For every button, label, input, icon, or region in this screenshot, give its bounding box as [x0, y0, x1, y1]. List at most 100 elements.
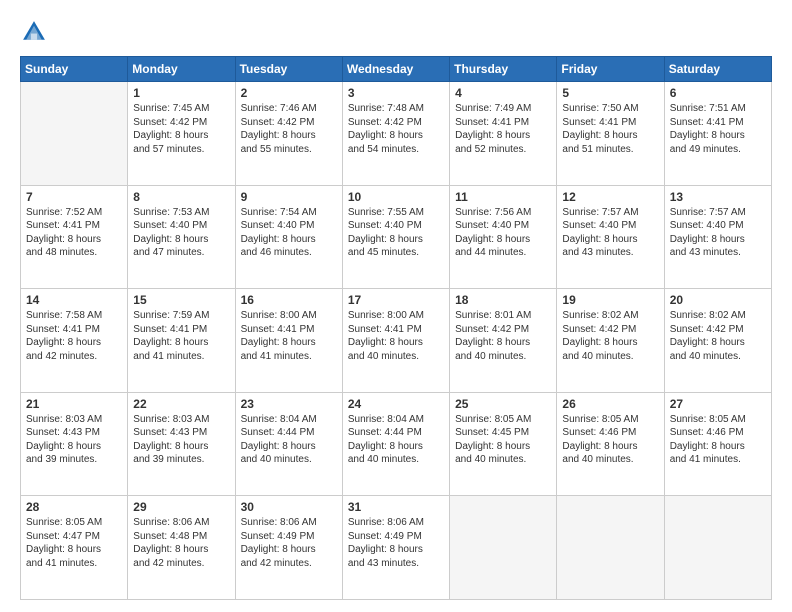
- logo: [20, 18, 52, 46]
- day-header-monday: Monday: [128, 57, 235, 82]
- sunrise-line: Sunrise: 8:02 AM: [562, 309, 658, 323]
- calendar-cell: 27Sunrise: 8:05 AMSunset: 4:46 PMDayligh…: [664, 392, 771, 496]
- day-number: 3: [348, 86, 444, 100]
- sunset-line: Sunset: 4:46 PM: [562, 426, 658, 440]
- sunset-line: Sunset: 4:41 PM: [26, 323, 122, 337]
- sunset-line: Sunset: 4:41 PM: [133, 323, 229, 337]
- daylight-line2: and 41 minutes.: [133, 350, 229, 364]
- daylight-line1: Daylight: 8 hours: [348, 336, 444, 350]
- day-number: 2: [241, 86, 337, 100]
- daylight-line2: and 39 minutes.: [26, 453, 122, 467]
- daylight-line2: and 45 minutes.: [348, 246, 444, 260]
- daylight-line1: Daylight: 8 hours: [348, 129, 444, 143]
- sunrise-line: Sunrise: 7:58 AM: [26, 309, 122, 323]
- day-number: 10: [348, 190, 444, 204]
- calendar-cell: 21Sunrise: 8:03 AMSunset: 4:43 PMDayligh…: [21, 392, 128, 496]
- week-row-0: 1Sunrise: 7:45 AMSunset: 4:42 PMDaylight…: [21, 82, 772, 186]
- day-header-wednesday: Wednesday: [342, 57, 449, 82]
- calendar-cell: 26 Sunrise: 8:05 AMSunset: 4:46 PMDayligh…: [557, 392, 664, 496]
- day-number: 16: [241, 293, 337, 307]
- sunset-line: Sunset: 4:49 PM: [241, 530, 337, 544]
- daylight-line2: and 40 minutes.: [241, 453, 337, 467]
- sunrise-line: Sunrise: 8:00 AM: [348, 309, 444, 323]
- sunset-line: Sunset: 4:45 PM: [455, 426, 551, 440]
- sunrise-line: Sunrise: 7:49 AM: [455, 102, 551, 116]
- calendar-cell: 8Sunrise: 7:53 AMSunset: 4:40 PMDaylight…: [128, 185, 235, 289]
- day-number: 29: [133, 500, 229, 514]
- daylight-line1: Daylight: 8 hours: [562, 129, 658, 143]
- calendar-cell: 18Sunrise: 8:01 AMSunset: 4:42 PMDayligh…: [450, 289, 557, 393]
- daylight-line1: Daylight: 8 hours: [562, 336, 658, 350]
- daylight-line1: Daylight: 8 hours: [133, 336, 229, 350]
- day-number: 11: [455, 190, 551, 204]
- daylight-line2: and 43 minutes.: [348, 557, 444, 571]
- day-number: 18: [455, 293, 551, 307]
- daylight-line1: Daylight: 8 hours: [670, 233, 766, 247]
- daylight-line2: and 48 minutes.: [26, 246, 122, 260]
- logo-icon: [20, 18, 48, 46]
- calendar-cell: 25Sunrise: 8:05 AMSunset: 4:45 PMDayligh…: [450, 392, 557, 496]
- day-number: 28: [26, 500, 122, 514]
- calendar-cell: [21, 82, 128, 186]
- daylight-line2: and 40 minutes.: [562, 350, 658, 364]
- calendar-cell: 5Sunrise: 7:50 AMSunset: 4:41 PMDaylight…: [557, 82, 664, 186]
- calendar-cell: 11Sunrise: 7:56 AMSunset: 4:40 PMDayligh…: [450, 185, 557, 289]
- daylight-line1: Daylight: 8 hours: [133, 233, 229, 247]
- sunrise-line: Sunrise: 8:03 AM: [133, 413, 229, 427]
- day-number: 5: [562, 86, 658, 100]
- daylight-line2: and 41 minutes.: [241, 350, 337, 364]
- sunset-line: Sunset: 4:41 PM: [670, 116, 766, 130]
- sunset-line: Sunset: 4:46 PM: [670, 426, 766, 440]
- day-number: 26: [562, 397, 658, 411]
- daylight-line2: and 43 minutes.: [670, 246, 766, 260]
- daylight-line2: and 57 minutes.: [133, 143, 229, 157]
- daylight-line1: Daylight: 8 hours: [241, 543, 337, 557]
- day-number: 12: [562, 190, 658, 204]
- day-number: 9: [241, 190, 337, 204]
- day-number: 22: [133, 397, 229, 411]
- daylight-line1: Daylight: 8 hours: [348, 543, 444, 557]
- sunrise-line: Sunrise: 7:50 AM: [562, 102, 658, 116]
- daylight-line2: and 42 minutes.: [241, 557, 337, 571]
- daylight-line2: and 55 minutes.: [241, 143, 337, 157]
- daylight-line1: Daylight: 8 hours: [670, 336, 766, 350]
- daylight-line1: Daylight: 8 hours: [133, 543, 229, 557]
- sunset-line: Sunset: 4:41 PM: [455, 116, 551, 130]
- day-number: 30: [241, 500, 337, 514]
- calendar-cell: 9Sunrise: 7:54 AMSunset: 4:40 PMDaylight…: [235, 185, 342, 289]
- day-header-sunday: Sunday: [21, 57, 128, 82]
- sunrise-line: Sunrise: 8:04 AM: [348, 413, 444, 427]
- sunset-line: Sunset: 4:48 PM: [133, 530, 229, 544]
- daylight-line2: and 43 minutes.: [562, 246, 658, 260]
- calendar-header-row: SundayMondayTuesdayWednesdayThursdayFrid…: [21, 57, 772, 82]
- week-row-4: 28Sunrise: 8:05 AMSunset: 4:47 PMDayligh…: [21, 496, 772, 600]
- sunrise-line: Sunrise: 8:00 AM: [241, 309, 337, 323]
- daylight-line1: Daylight: 8 hours: [562, 440, 658, 454]
- daylight-line1: Daylight: 8 hours: [455, 129, 551, 143]
- daylight-line1: Daylight: 8 hours: [562, 233, 658, 247]
- sunrise-line: Sunrise: 8:05 AM: [670, 413, 766, 427]
- calendar-cell: 7Sunrise: 7:52 AMSunset: 4:41 PMDaylight…: [21, 185, 128, 289]
- sunrise-line: Sunrise: 7:55 AM: [348, 206, 444, 220]
- day-number: 19: [562, 293, 658, 307]
- daylight-line2: and 47 minutes.: [133, 246, 229, 260]
- day-number: 31: [348, 500, 444, 514]
- daylight-line2: and 44 minutes.: [455, 246, 551, 260]
- day-number: 6: [670, 86, 766, 100]
- sunrise-line: Sunrise: 8:05 AM: [562, 413, 658, 427]
- sunset-line: Sunset: 4:40 PM: [670, 219, 766, 233]
- sunset-line: Sunset: 4:42 PM: [455, 323, 551, 337]
- daylight-line1: Daylight: 8 hours: [455, 440, 551, 454]
- day-number: 17: [348, 293, 444, 307]
- calendar-cell: 13Sunrise: 7:57 AMSunset: 4:40 PMDayligh…: [664, 185, 771, 289]
- calendar-table: SundayMondayTuesdayWednesdayThursdayFrid…: [20, 56, 772, 600]
- sunrise-line: Sunrise: 7:59 AM: [133, 309, 229, 323]
- sunset-line: Sunset: 4:42 PM: [670, 323, 766, 337]
- sunrise-line: Sunrise: 8:03 AM: [26, 413, 122, 427]
- calendar-cell: [557, 496, 664, 600]
- day-header-friday: Friday: [557, 57, 664, 82]
- daylight-line1: Daylight: 8 hours: [133, 129, 229, 143]
- header: [20, 18, 772, 46]
- sunrise-line: Sunrise: 7:53 AM: [133, 206, 229, 220]
- daylight-line2: and 40 minutes.: [455, 453, 551, 467]
